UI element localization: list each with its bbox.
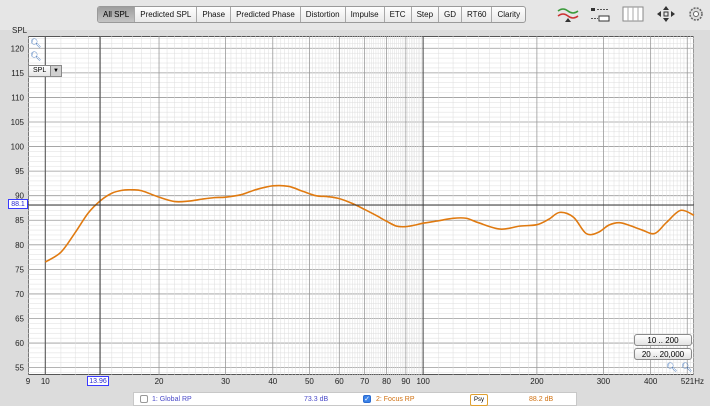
x-tick-label: 50: [305, 377, 314, 386]
y-axis-title: SPL: [12, 26, 28, 35]
x-tick-label: 9: [26, 377, 31, 386]
y-tick-label: 105: [11, 118, 25, 127]
y-tick-label: 95: [15, 167, 24, 176]
zoom-in-icon[interactable]: 🔍︎: [30, 38, 41, 48]
x-tick-label: 80: [382, 377, 391, 386]
x-tick-label: 200: [530, 377, 544, 386]
zoom-out-icon[interactable]: 🔍︎: [30, 51, 41, 61]
zoom-in-x-icon[interactable]: 🔍︎: [666, 362, 677, 372]
y-tick-label: 65: [15, 315, 24, 324]
x-tick-label: 10: [41, 377, 50, 386]
legend-value-global-rp: 73.3 dB: [304, 396, 329, 403]
psy-badge[interactable]: Psy: [470, 394, 489, 406]
x-tick-label: 70: [360, 377, 369, 386]
x-tick-label: 90: [401, 377, 410, 386]
range-10-200-button[interactable]: 10 .. 200: [634, 334, 692, 346]
y-tick-label: 75: [15, 265, 24, 274]
x-tick-label: 40: [268, 377, 277, 386]
y-tick-label: 110: [11, 93, 24, 102]
x-tick-label: 400: [644, 377, 658, 386]
x-tick-label: 30: [221, 377, 230, 386]
cursor-y-readout: 88.1: [8, 199, 28, 209]
x-tick-label: 100: [416, 377, 430, 386]
y-tick-label: 80: [15, 241, 24, 250]
legend-label-global-rp: 1: Global RP: [152, 396, 192, 403]
y-tick-label: 100: [11, 143, 25, 152]
cursor-x-readout: 13.96: [87, 376, 109, 386]
range-20-20000-button[interactable]: 20 .. 20,000: [634, 348, 692, 360]
x-tick-label: 300: [597, 377, 611, 386]
y-tick-label: 120: [11, 44, 25, 53]
zoom-out-x-icon[interactable]: 🔍︎: [681, 362, 692, 372]
y-tick-label: 60: [15, 339, 24, 348]
legend-checkbox-global-rp[interactable]: [140, 395, 148, 403]
spl-chart: 55 60 65 70 75 80 85 90 95 100 105 110 115 120 9 10 20 30…: [11, 26, 704, 386]
x-tick-label: 521Hz: [681, 377, 704, 386]
legend-checkbox-focus-rp[interactable]: ✓: [363, 395, 371, 403]
legend-bar: 1: Global RP 73.3 dB ✓ 2: Focus RP Psy 8…: [133, 392, 577, 406]
y-tick-label: 115: [11, 69, 24, 78]
x-tick-label: 20: [155, 377, 164, 386]
chevron-down-icon: ▼: [50, 66, 61, 76]
y-tick-label: 55: [15, 364, 24, 373]
series-line-focus-rp: [44, 184, 695, 263]
y-axis-selector[interactable]: SPL ▼: [28, 65, 62, 77]
y-tick-label: 85: [15, 216, 24, 225]
y-axis-selector-value: SPL: [33, 67, 47, 74]
y-tick-label: 70: [15, 290, 24, 299]
legend-value-focus-rp: 88.2 dB: [529, 396, 554, 403]
legend-label-focus-rp: 2: Focus RP: [376, 396, 415, 403]
x-tick-label: 60: [335, 377, 344, 386]
